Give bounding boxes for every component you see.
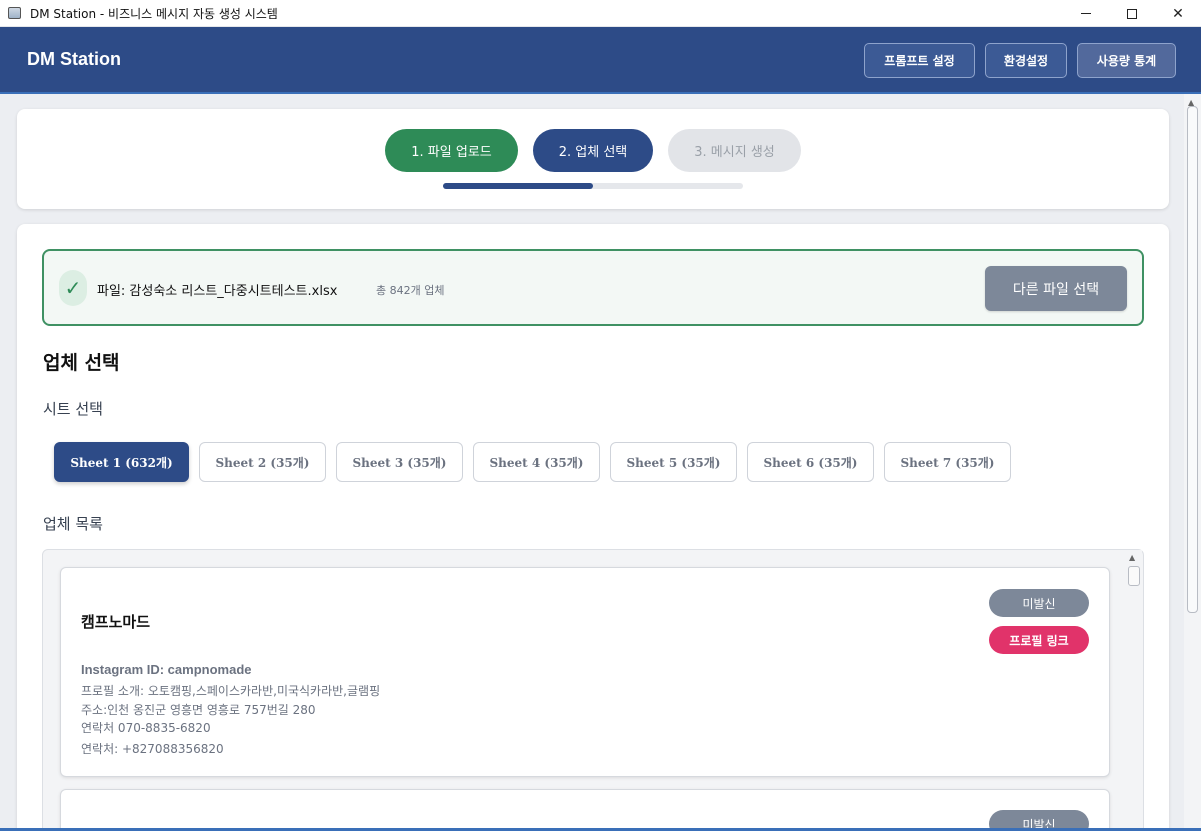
window-title: DM Station - 비즈니스 메시지 자동 생성 시스템	[30, 7, 278, 21]
step-file-upload[interactable]: 1. 파일 업로드	[385, 129, 518, 172]
step-company-select[interactable]: 2. 업체 선택	[533, 129, 653, 172]
sheet-tab-7[interactable]: Sheet 7 (35개)	[884, 442, 1011, 482]
company-instagram: Instagram ID: campnomade	[81, 662, 252, 677]
sheet-select-label: 시트 선택	[43, 400, 103, 418]
company-list-label: 업체 목록	[43, 515, 103, 533]
file-name: 파일: 감성숙소 리스트_다중시트테스트.xlsx	[97, 284, 338, 299]
usage-stats-button[interactable]: 사용량 통계	[1077, 43, 1176, 78]
list-scroll-up-icon[interactable]: ▲	[1129, 553, 1135, 562]
page-scrollbar[interactable]: ▲	[1184, 94, 1201, 831]
prompt-settings-button[interactable]: 프롬프트 설정	[864, 43, 975, 78]
sheet-tab-3[interactable]: Sheet 3 (35개)	[336, 442, 463, 482]
company-name: 캠프노마드	[81, 613, 151, 631]
profile-link-button[interactable]: 프로필 링크	[989, 626, 1089, 654]
page-scroll-thumb[interactable]	[1187, 106, 1198, 613]
list-scroll-thumb[interactable]	[1128, 566, 1140, 586]
step-progress-fill	[443, 183, 593, 189]
company-contact-alt: 연락처: +827088356820	[81, 742, 224, 756]
maximize-icon	[1127, 8, 1137, 19]
minimize-icon	[1081, 13, 1091, 14]
company-address: 주소:인천 옹진군 영흥면 영흥로 757번길 280	[81, 703, 316, 717]
sheet-tab-4[interactable]: Sheet 4 (35개)	[473, 442, 600, 482]
sheet-tab-2[interactable]: Sheet 2 (35개)	[199, 442, 326, 482]
app-header: DM Station 프롬프트 설정 환경설정 사용량 통계	[0, 27, 1201, 94]
company-contact: 연락처 070-8835-6820	[81, 721, 211, 735]
file-company-count: 총 842개 업체	[376, 284, 445, 297]
change-file-button[interactable]: 다른 파일 선택	[985, 266, 1127, 311]
step-message-generate[interactable]: 3. 메시지 생성	[668, 129, 801, 172]
brand-title: DM Station	[27, 49, 121, 69]
close-icon: ✕	[1172, 5, 1184, 22]
sheet-tab-5[interactable]: Sheet 5 (35개)	[610, 442, 737, 482]
step-progress-bar	[443, 183, 743, 189]
window-titlebar: DM Station - 비즈니스 메시지 자동 생성 시스템 ✕	[0, 0, 1201, 27]
environment-settings-button[interactable]: 환경설정	[985, 43, 1067, 78]
maximize-button[interactable]	[1109, 0, 1155, 27]
check-icon: ✓	[59, 270, 87, 306]
close-button[interactable]: ✕	[1155, 0, 1201, 27]
section-title: 업체 선택	[43, 352, 120, 374]
sheet-tab-1[interactable]: Sheet 1 (632개)	[54, 442, 189, 482]
sheet-tab-6[interactable]: Sheet 6 (35개)	[747, 442, 874, 482]
company-list-scrollbar[interactable]: ▲	[1126, 550, 1142, 830]
minimize-button[interactable]	[1063, 0, 1109, 27]
status-badge: 미발신	[989, 589, 1089, 617]
company-bio: 프로필 소개: 오토캠핑,스페이스카라반,미국식카라반,글램핑	[81, 684, 381, 698]
app-icon	[8, 7, 21, 19]
company-card[interactable]	[60, 789, 1110, 831]
